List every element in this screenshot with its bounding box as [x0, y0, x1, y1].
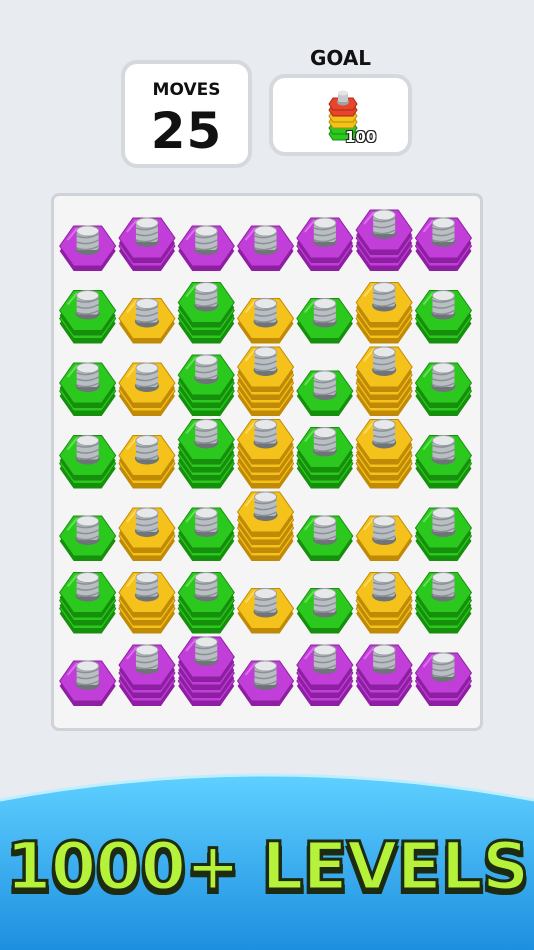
nut-stack[interactable]: [177, 282, 235, 344]
nut-stack[interactable]: [296, 298, 354, 344]
nut-stack[interactable]: [236, 660, 295, 706]
moves-panel: MOVES 25: [121, 60, 252, 168]
nut-stack[interactable]: [414, 572, 473, 634]
nut-stack[interactable]: [236, 298, 295, 344]
nut-stack[interactable]: [236, 419, 295, 489]
nut-stack[interactable]: [118, 507, 176, 561]
nut-stack[interactable]: [414, 435, 473, 489]
nut-stack[interactable]: [59, 515, 117, 561]
nut-stack[interactable]: [118, 362, 176, 416]
nut-stack[interactable]: [296, 515, 354, 561]
nut-stack[interactable]: [177, 636, 235, 706]
moves-label: MOVES: [152, 80, 221, 100]
board-grid: [59, 209, 473, 706]
nut-stack[interactable]: [296, 370, 354, 416]
nut-stack[interactable]: [177, 225, 235, 271]
nut-stack[interactable]: [414, 362, 473, 416]
nut-stack[interactable]: [59, 362, 117, 416]
goal-count: 100: [345, 128, 377, 146]
nut-stack[interactable]: [355, 209, 413, 271]
nut-stack[interactable]: [59, 435, 117, 489]
nut-stack[interactable]: [59, 572, 117, 634]
nut-stack[interactable]: [355, 515, 413, 561]
nut-stack[interactable]: [59, 290, 117, 344]
nut-stack[interactable]: [177, 354, 235, 416]
nut-stack[interactable]: [177, 419, 235, 489]
nut-stack[interactable]: [118, 644, 176, 706]
nut-stack[interactable]: [236, 491, 295, 561]
nut-stack[interactable]: [296, 427, 354, 489]
goal-panel: 100: [269, 74, 412, 156]
nut-stack[interactable]: [296, 217, 354, 271]
nut-stack[interactable]: [236, 225, 295, 271]
nut-stack[interactable]: [118, 217, 176, 271]
game-board: [51, 193, 483, 731]
nut-stack[interactable]: [118, 435, 176, 489]
nut-stack[interactable]: [414, 652, 473, 706]
nut-stack[interactable]: [296, 588, 354, 634]
nut-stack[interactable]: [236, 588, 295, 634]
nut-stack[interactable]: [355, 572, 413, 634]
nut-stack[interactable]: [355, 644, 413, 706]
moves-counter: 25: [150, 102, 223, 160]
nut-stack[interactable]: [59, 660, 117, 706]
nut-stack[interactable]: [118, 572, 176, 634]
nut-stack[interactable]: [177, 572, 235, 634]
nut-stack[interactable]: [414, 507, 473, 561]
goal-label: GOAL: [309, 46, 372, 70]
nut-stack[interactable]: [177, 507, 235, 561]
nut-stack[interactable]: [414, 217, 473, 271]
nut-stack[interactable]: [118, 298, 176, 344]
nut-stack[interactable]: [296, 644, 354, 706]
nut-stack[interactable]: [59, 225, 117, 271]
levels-banner: 1000+ LEVELS: [4, 827, 531, 907]
nut-stack[interactable]: [236, 346, 295, 416]
nut-stack[interactable]: [414, 290, 473, 344]
nut-stack[interactable]: [355, 282, 413, 344]
nut-stack[interactable]: [355, 419, 413, 489]
nut-stack[interactable]: [355, 346, 413, 416]
